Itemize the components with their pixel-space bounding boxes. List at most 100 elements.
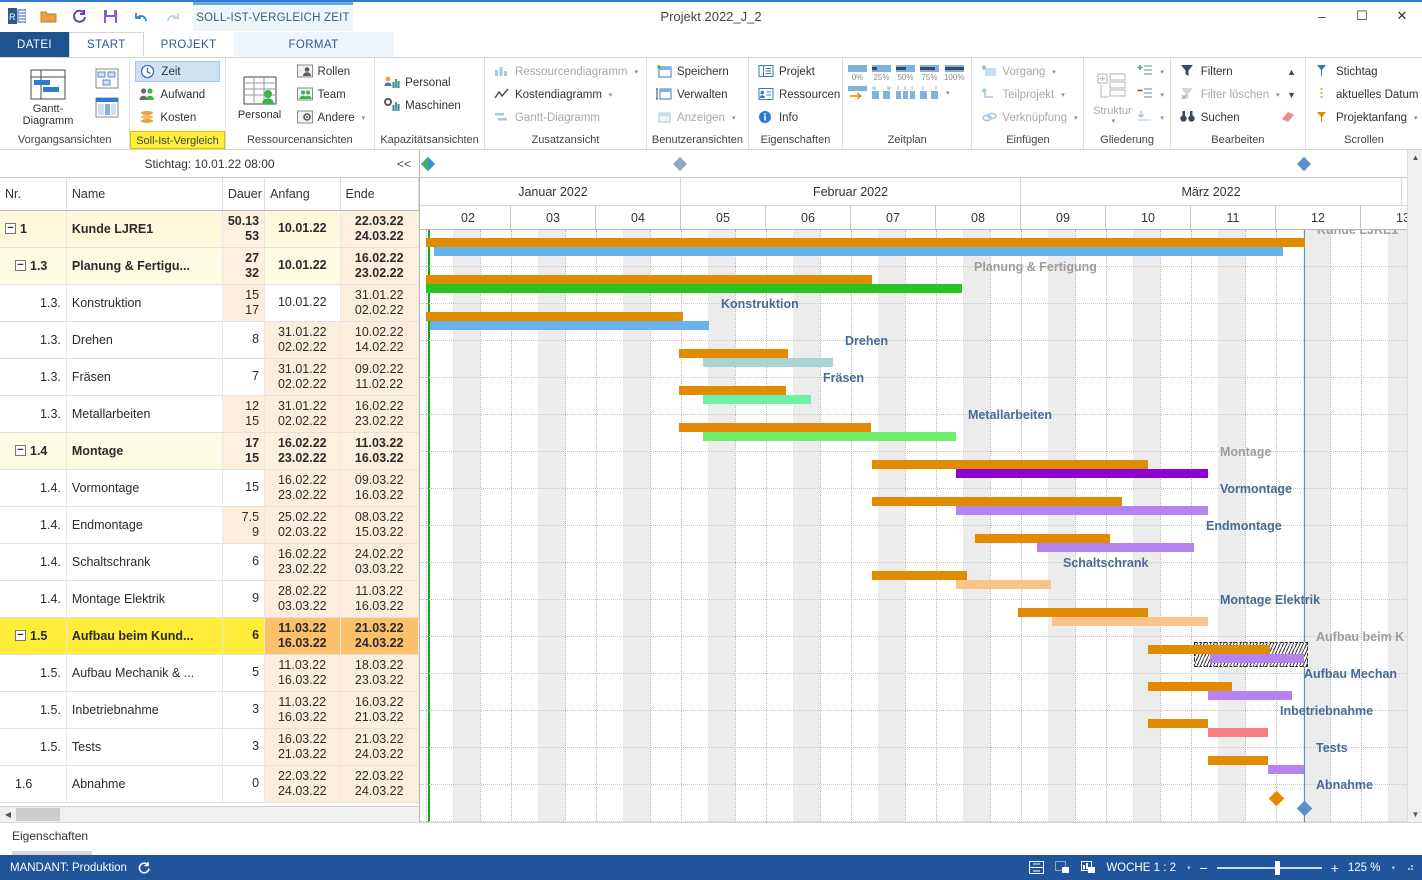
table-row[interactable]: −1.5 Aufbau beim Kund... 6 11.03.22 16.03.22…	[0, 617, 419, 655]
projektanfang-button[interactable]: Projektanfang ▾	[1311, 107, 1422, 128]
table-row[interactable]: 1.5. Inbetriebnahme 3 11.03.22 16.03.22 16.03…	[0, 691, 419, 729]
stichtag-marker[interactable]	[672, 156, 688, 172]
gantt-bar-actual[interactable]	[1208, 728, 1268, 737]
table-horizontal-scrollbar[interactable]: ◀	[0, 806, 419, 822]
chevron-down-icon[interactable]: ▾	[1052, 68, 1056, 76]
chevron-down-icon[interactable]: ▾	[634, 68, 638, 76]
gantt-bar-actual[interactable]	[956, 469, 1208, 478]
gantt-bar-plan[interactable]	[426, 312, 683, 321]
table-row[interactable]: 1.4. Schaltschrank 6 16.02.22 23.02.22 24.02.…	[0, 543, 419, 581]
table-row[interactable]: −1.3 Planung & Fertigu... 27 32 10.01.22 16.0…	[0, 247, 419, 285]
progress-0-button[interactable]: 0%	[847, 64, 867, 82]
gantt-bar-actual[interactable]	[956, 580, 1051, 589]
zusatz-gantt-button[interactable]: Gantt-Diagramm	[490, 107, 642, 128]
split-25-icon[interactable]	[871, 85, 891, 101]
chevron-down-icon[interactable]: ▾	[946, 89, 950, 97]
table-row[interactable]: −1.4 Montage 17 15 16.02.22 23.02.22 11.03.22 1…	[0, 432, 419, 470]
kapazitaet-personal-button[interactable]: Personal	[380, 73, 465, 94]
split-75-icon[interactable]	[919, 85, 939, 101]
today-marker[interactable]	[1296, 156, 1312, 172]
chevron-down-icon[interactable]: ▾	[1074, 114, 1078, 122]
struktur-button[interactable]: Struktur ▾	[1089, 65, 1135, 125]
collapse-button[interactable]: ▾	[1137, 107, 1164, 128]
filter-loeschen-button[interactable]: Filter löschen ▾ ▼	[1176, 84, 1300, 105]
zoom-slider-knob[interactable]	[1274, 860, 1280, 875]
zoom-in-button[interactable]: +	[1331, 860, 1339, 876]
teilprojekt-button[interactable]: Teilprojekt ▾	[977, 84, 1081, 105]
kostendiagramm-button[interactable]: Kostendiagramm ▾	[490, 84, 642, 105]
gantt-bar-plan[interactable]	[1208, 756, 1268, 765]
gantt-bar-plan[interactable]	[975, 534, 1110, 543]
suchen-button[interactable]: Suchen	[1176, 107, 1300, 128]
chevron-down-icon[interactable]: ▾	[362, 114, 366, 122]
tab-format[interactable]: FORMAT	[233, 32, 394, 57]
table-row[interactable]: 1.4. Vormontage 15 16.02.22 23.02.22 09.03.22…	[0, 469, 419, 507]
eraser-icon[interactable]	[1280, 110, 1296, 125]
gantt-bar-actual[interactable]	[430, 321, 709, 330]
indent-minus-button[interactable]: ▾	[1137, 84, 1164, 105]
gantt-chart-body[interactable]: Kunde LJRE1 Planung & Fertigung Konstrukti…	[420, 230, 1422, 822]
table-row[interactable]: 1.6 Abnahme 0 22.03.22 24.03.22 22.03.22 24.03…	[0, 765, 419, 803]
gantt-vertical-scrollbar[interactable]: ▲ ▼	[1407, 150, 1422, 822]
network-view-icon[interactable]	[95, 68, 119, 92]
gantt-bar-plan[interactable]	[872, 571, 967, 580]
milestone-plan[interactable]	[1268, 790, 1285, 807]
gantt-bar-actual[interactable]	[703, 358, 833, 367]
column-header-name[interactable]: Name	[66, 178, 223, 211]
ribbon-tab-strip[interactable]: DATEI START PROJEKT FORMAT	[0, 32, 1422, 57]
progress-75-button[interactable]: 75%	[919, 64, 939, 82]
team-button[interactable]: Team	[293, 84, 370, 105]
gantt-bar-plan[interactable]	[679, 386, 786, 395]
gantt-bar-plan[interactable]	[872, 497, 1122, 506]
board-view-icon[interactable]	[95, 97, 119, 121]
andere-button[interactable]: Andere ▾	[293, 107, 370, 128]
row-expander[interactable]: −	[15, 260, 26, 271]
filtern-button[interactable]: Filtern ▲	[1176, 61, 1300, 82]
anzeigen-button[interactable]: Anzeigen ▾	[652, 107, 739, 128]
table-row[interactable]: 1.3. Drehen 8 31.01.22 02.02.22 10.02.22 14.02…	[0, 321, 419, 359]
ressourcendiagramm-button[interactable]: Ressourcendiagramm ▾	[490, 61, 642, 82]
refresh-icon[interactable]	[136, 860, 153, 875]
properties-bar[interactable]: Eigenschaften	[0, 822, 1422, 855]
row-expander[interactable]: −	[15, 445, 26, 456]
table-row[interactable]: 1.3. Fräsen 7 31.01.22 02.02.22 09.02.22 11.02…	[0, 358, 419, 396]
aktuelles-datum-button[interactable]: aktuelles Datum	[1311, 84, 1422, 105]
chevron-down-icon[interactable]: ▾	[1160, 114, 1164, 122]
gantt-bar-actual[interactable]	[703, 432, 956, 441]
chart-view-icon[interactable]	[1080, 860, 1097, 875]
chevron-down-icon[interactable]: ▾	[1414, 114, 1418, 122]
hscroll-thumb[interactable]	[16, 808, 60, 821]
table-row[interactable]: 1.3. Metallarbeiten 12 15 31.01.22 02.02.22 16…	[0, 395, 419, 433]
progress-100-button[interactable]: 100%	[944, 64, 964, 82]
table-row[interactable]: −1 Kunde LJRE1 50.13 53 10.01.22 22.03.22 24.0…	[0, 210, 419, 248]
speichern-button[interactable]: Speichern	[652, 61, 739, 82]
chevron-down-icon[interactable]: ▾	[1187, 864, 1191, 872]
gantt-bar-actual[interactable]	[703, 395, 811, 404]
gantt-bar-plan[interactable]	[679, 349, 788, 358]
projekt-button[interactable]: Projekt	[754, 61, 844, 82]
progress-50-button[interactable]: 50%	[895, 64, 915, 82]
close-button[interactable]: ✕	[1382, 0, 1422, 32]
verknuepfung-button[interactable]: Verknüpfung ▾	[977, 107, 1081, 128]
tab-start[interactable]: START	[69, 32, 144, 57]
column-header-ende[interactable]: Ende	[340, 178, 419, 211]
maschinen-button[interactable]: Maschinen	[380, 96, 465, 117]
row-expander[interactable]: −	[5, 223, 16, 234]
aufwand-button[interactable]: Aufwand	[135, 84, 219, 105]
table-row[interactable]: 1.3. Konstruktion 15 17 10.01.22 31.01.22 02.0…	[0, 284, 419, 322]
rollen-button[interactable]: Rollen	[293, 61, 370, 82]
chevron-down-icon[interactable]: ▾	[1160, 91, 1164, 99]
stichtag-button[interactable]: Stichtag	[1311, 61, 1422, 82]
progress-25-button[interactable]: 25%	[871, 64, 891, 82]
column-header-dauer[interactable]: Dauer	[222, 178, 266, 211]
gantt-bar-actual[interactable]	[1037, 543, 1194, 552]
indent-plus-button[interactable]: ▾	[1137, 61, 1164, 82]
gantt-bar-actual[interactable]	[426, 284, 962, 293]
gantt-bar-plan[interactable]	[1148, 682, 1232, 691]
tab-projekt[interactable]: PROJEKT	[144, 32, 234, 57]
gantt-bar-plan[interactable]	[872, 460, 1148, 469]
chevron-down-icon[interactable]: ▾	[1061, 91, 1065, 99]
kosten-button[interactable]: Kosten	[135, 107, 219, 128]
gantt-bar-actual[interactable]	[1208, 691, 1292, 700]
split-view-icon[interactable]	[1028, 860, 1045, 875]
